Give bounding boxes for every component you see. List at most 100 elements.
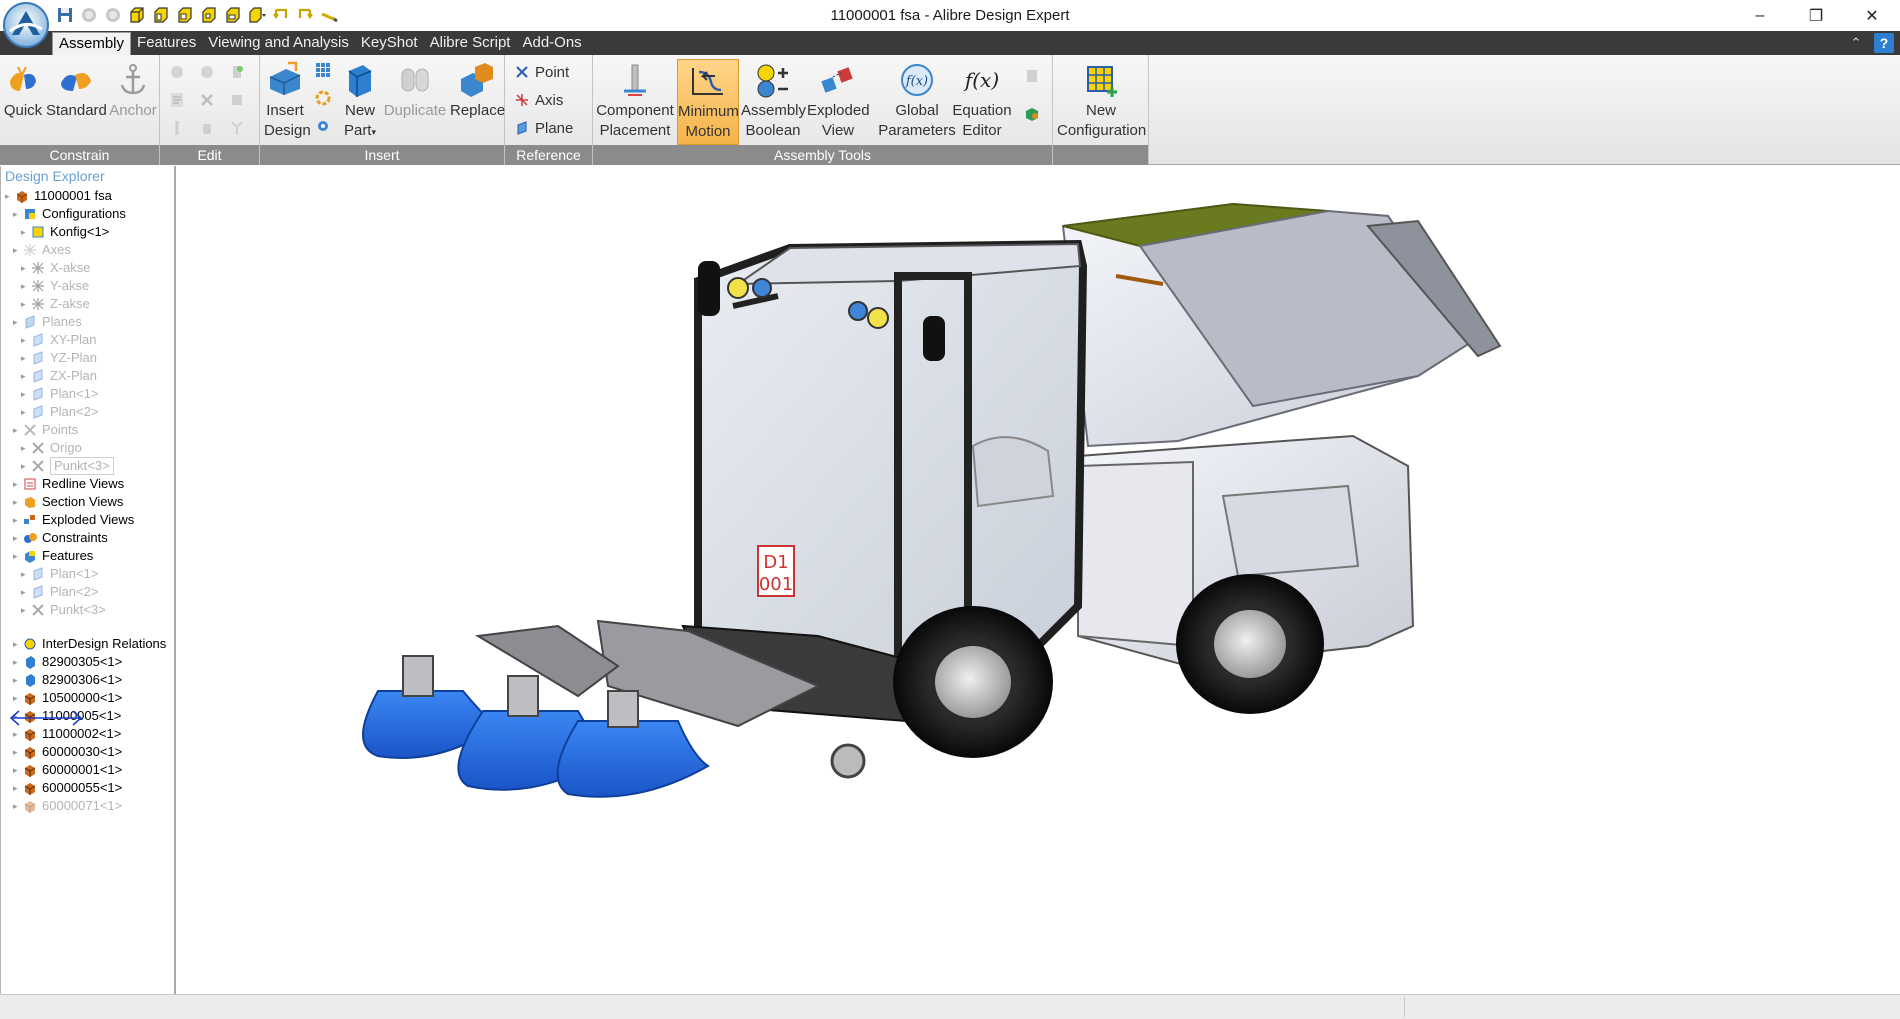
delete-icon[interactable] [196,89,218,111]
expander-icon[interactable]: ▸ [21,438,31,458]
expander-icon[interactable]: ▸ [13,420,23,440]
tree-item-points[interactable]: ▸ Points [13,420,78,440]
tree-item-82900305-1[interactable]: ▸ 82900305<1> [13,652,122,672]
rollback-bar-icon[interactable] [9,710,83,726]
save-icon[interactable] [54,5,75,26]
equation-editor-button[interactable]: f(x) Equation Editor [949,59,1015,141]
tree-item-x-akse[interactable]: ▸ X-akse [21,258,90,278]
model-viewport[interactable]: D1 001 [178,166,1900,994]
tree-item-plan-2[interactable]: ▸ Plan<2> [21,402,98,422]
suppress-icon[interactable] [226,89,248,111]
expander-icon[interactable]: ▸ [21,456,31,476]
new-part-button[interactable]: New Part▾ [340,59,380,142]
tree-item-plan-2[interactable]: ▸ Plan<2> [21,582,98,602]
expander-icon[interactable]: ▸ [13,778,23,798]
tree-item-y-akse[interactable]: ▸ Y-akse [21,276,89,296]
expander-icon[interactable]: ▸ [21,330,31,350]
tree-item-11000001-fsa[interactable]: ▸ 11000001 fsa [5,186,112,206]
branch-icon[interactable] [226,117,248,139]
pattern-icon[interactable] [312,59,334,81]
quick-constrain-button[interactable]: Quick [2,59,44,121]
expander-icon[interactable]: ▸ [21,600,31,620]
expander-icon[interactable]: ▸ [21,258,31,278]
box-view-icon[interactable] [150,5,171,26]
tree-item-exploded-views[interactable]: ▸ Exploded Views [13,510,134,530]
box-view-icon[interactable] [174,5,195,26]
tree-item-constraints[interactable]: ▸ Constraints [13,528,108,548]
expander-icon[interactable]: ▸ [13,724,23,744]
tree-item-11000002-1[interactable]: ▸ 11000002<1> [13,724,121,744]
restore-button[interactable]: ❐ [1788,0,1844,31]
edit-shape-icon[interactable] [226,61,248,83]
box-view-dropdown-icon[interactable] [246,5,267,26]
expander-icon[interactable]: ▸ [21,564,31,584]
tree-item-features[interactable]: ▸ Features [13,546,93,566]
tree-item-60000030-1[interactable]: ▸ 60000030<1> [13,742,122,762]
expander-icon[interactable]: ▸ [21,582,31,602]
tree-item-60000055-1[interactable]: ▸ 60000055<1> [13,778,122,798]
tab-assembly[interactable]: Assembly [52,32,132,56]
expander-icon[interactable]: ▸ [13,240,23,260]
expander-icon[interactable]: ▸ [13,688,23,708]
expander-icon[interactable]: ▸ [13,474,23,494]
anchor-button[interactable]: Anchor [108,59,158,121]
point-button[interactable]: Point [515,61,569,83]
tab-keyshot[interactable]: KeyShot [355,31,424,55]
global-parameters-button[interactable]: f(x) Global Parameters [877,59,957,141]
expander-icon[interactable]: ▸ [21,384,31,404]
tree-item-yz-plan[interactable]: ▸ YZ-Plan [21,348,97,368]
assembly-boolean-button[interactable]: Assembly Boolean [741,59,806,141]
expander-icon[interactable]: ▸ [13,742,23,762]
tree-item-section-views[interactable]: ▸ Section Views [13,492,123,512]
expander-icon[interactable]: ▸ [21,402,31,422]
expander-icon[interactable]: ▸ [13,312,23,332]
app-menu-button[interactable] [2,1,50,49]
tree-item-plan-1[interactable]: ▸ Plan<1> [21,564,98,584]
axis-button[interactable]: Axis [515,89,563,111]
expander-icon[interactable]: ▸ [21,348,31,368]
tab-viewing-and-analysis[interactable]: Viewing and Analysis [202,31,355,55]
collapse-ribbon-button[interactable]: ⌃ [1846,33,1866,53]
tab-alibre-script[interactable]: Alibre Script [424,31,517,55]
tree-item-configurations[interactable]: ▸ Configurations [13,204,126,224]
tree-item-punkt-3[interactable]: ▸ Punkt<3> [21,600,106,620]
minimize-button[interactable]: – [1732,0,1788,31]
tree-item-zx-plan[interactable]: ▸ ZX-Plan [21,366,97,386]
box-view-icon[interactable] [222,5,243,26]
edit-circle-icon[interactable] [166,61,188,83]
tree-item-origo[interactable]: ▸ Origo [21,438,82,458]
expander-icon[interactable]: ▸ [13,510,23,530]
close-button[interactable]: ✕ [1844,0,1900,31]
properties-icon[interactable] [166,89,188,111]
plane-button[interactable]: Plane [515,117,573,139]
tree-item-10500000-1[interactable]: ▸ 10500000<1> [13,688,122,708]
tree-item-redline-views[interactable]: ▸ Redline Views [13,474,124,494]
expander-icon[interactable]: ▸ [13,204,23,224]
redo-circle-icon[interactable] [102,5,123,26]
expander-icon[interactable]: ▸ [13,652,23,672]
expander-icon[interactable]: ▸ [5,186,15,206]
expander-icon[interactable]: ▸ [13,546,23,566]
replace-button[interactable]: Replace [450,59,505,121]
undo-circle-icon[interactable] [78,5,99,26]
component-tool-icon[interactable] [1021,103,1043,125]
edit-circle-icon[interactable] [196,61,218,83]
box-view-icon[interactable] [126,5,147,26]
tab-features[interactable]: Features [131,31,202,55]
duplicate-button[interactable]: Duplicate [382,59,448,121]
tree-item-konfig-1[interactable]: ▸ Konfig<1> [21,222,109,242]
tree-item-60000001-1[interactable]: ▸ 60000001<1> [13,760,122,780]
hand-icon[interactable] [196,117,218,139]
tree-item-82900306-1[interactable]: ▸ 82900306<1> [13,670,122,690]
tree-item-interdesign-relations[interactable]: ▸ InterDesign Relations [13,634,166,654]
expander-icon[interactable]: ▸ [21,222,31,242]
tree-item-xy-plan[interactable]: ▸ XY-Plan [21,330,97,350]
expander-icon[interactable]: ▸ [21,276,31,296]
tab-add-ons[interactable]: Add-Ons [516,31,587,55]
expander-icon[interactable]: ▸ [13,492,23,512]
expander-icon[interactable]: ▸ [21,366,31,386]
expander-icon[interactable]: ▸ [13,796,23,816]
circular-pattern-icon[interactable] [312,87,334,109]
dimmed-tool-icon[interactable] [1021,65,1043,87]
tree-item-axes[interactable]: ▸ Axes [13,240,71,260]
